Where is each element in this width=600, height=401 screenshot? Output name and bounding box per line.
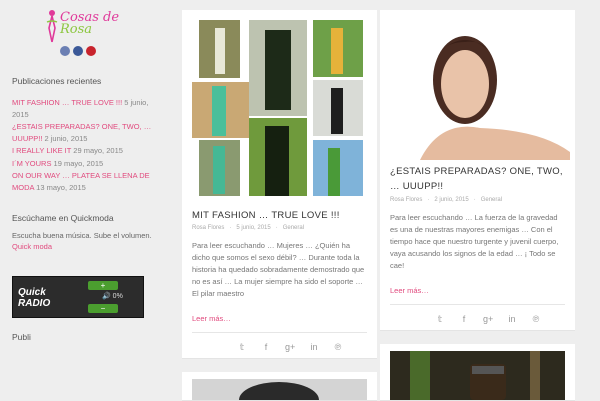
quickmoda-text: Escucha buena música. Sube el volumen. Q… [12, 230, 152, 252]
volume-readout: 🔊 0% [102, 293, 123, 300]
post-title[interactable]: ¿ESTAIS PREPARADAS? ONE, TWO, … UUUPP!! [390, 164, 570, 194]
facebook-icon[interactable]: f [459, 314, 469, 325]
quickmoda-link[interactable]: Quick moda [12, 241, 152, 252]
twitter-icon[interactable]: 𝕥 [435, 314, 445, 325]
recent-post-date: 2 junio, 2015 [42, 133, 88, 143]
facebook-icon[interactable]: f [261, 342, 271, 353]
pinterest-icon[interactable]: ℗ [531, 314, 541, 325]
radio-logo: Quick RADIO [18, 287, 51, 309]
read-more-link[interactable]: Leer más… [192, 314, 231, 323]
post-card [182, 372, 377, 401]
post-image[interactable] [380, 10, 575, 160]
recent-post-date: 19 mayo, 2015 [51, 158, 104, 168]
list-item: MIT FASHION … TRUE LOVE !!! 5 junio, 201… [12, 97, 162, 120]
post-excerpt: Para leer escuchando … Mujeres … ¿Quién … [192, 241, 365, 298]
post-title[interactable]: MIT FASHION … TRUE LOVE !!! [192, 208, 372, 223]
post-date: 5 junio, 2015 [236, 225, 271, 231]
recent-posts-title: Publicaciones recientes [12, 76, 102, 86]
pinterest-icon[interactable]: ℗ [333, 342, 343, 353]
social-icons [60, 46, 96, 56]
recent-post-link[interactable]: MIT FASHION … TRUE LOVE !!! [12, 98, 122, 107]
sidebar: Cosas de Rosa Publicaciones recientes MI… [0, 0, 168, 400]
post-category[interactable]: General [283, 225, 304, 231]
linkedin-icon[interactable]: in [309, 342, 319, 353]
radio-player[interactable]: Quick RADIO + 🔊 0% − [12, 276, 144, 318]
read-more-link[interactable]: Leer más… [390, 286, 429, 295]
google-plus-icon[interactable]: g+ [285, 342, 295, 353]
twitter-icon[interactable]: 𝕥 [237, 342, 247, 353]
post-card [380, 344, 575, 401]
post-author[interactable]: Rosa Flores [390, 197, 422, 203]
pinterest-icon[interactable] [86, 46, 96, 56]
post-date: 2 junio, 2015 [434, 197, 469, 203]
post-card: ¿ESTAIS PREPARADAS? ONE, TWO, … UUUPP!! … [380, 10, 575, 331]
post-meta: Rosa Flores · 2 junio, 2015 · General [390, 197, 503, 203]
post-author[interactable]: Rosa Flores [192, 225, 224, 231]
volume-up-button[interactable]: + [88, 281, 118, 290]
post-image-collage[interactable] [182, 10, 377, 200]
site-logo-text: Cosas de Rosa [60, 10, 120, 37]
share-bar: 𝕥 f g+ in ℗ [237, 342, 343, 353]
list-item: I REALLY LIKE IT 29 mayo, 2015 [12, 145, 162, 157]
post-image[interactable] [380, 344, 575, 400]
volume-down-button[interactable]: − [88, 304, 118, 313]
list-item: ¿ESTAIS PREPARADAS? ONE, TWO, … UUUPP!! … [12, 121, 162, 144]
post-category[interactable]: General [481, 197, 502, 203]
post-meta: Rosa Flores · 5 junio, 2015 · General [192, 225, 305, 231]
list-item: ON OUR WAY … PLATEA SE LLENA DE MODA 13 … [12, 170, 162, 193]
recent-post-date: 13 mayo, 2015 [34, 182, 86, 192]
rss-icon[interactable] [60, 46, 70, 56]
linkedin-icon[interactable]: in [507, 314, 517, 325]
recent-post-date: 29 mayo, 2015 [71, 146, 123, 155]
recent-posts-list: MIT FASHION … TRUE LOVE !!! 5 junio, 201… [12, 97, 162, 194]
share-bar: 𝕥 f g+ in ℗ [435, 314, 541, 325]
post-card: MIT FASHION … TRUE LOVE !!! Rosa Flores … [182, 10, 377, 359]
facebook-icon[interactable] [73, 46, 83, 56]
recent-post-link[interactable]: I REALLY LIKE IT [12, 146, 71, 155]
divider [192, 332, 367, 333]
divider [390, 304, 565, 305]
post-excerpt: Para leer escuchando … La fuerza de la g… [390, 213, 559, 270]
list-item: I´M YOURS 19 mayo, 2015 [12, 158, 162, 170]
quickmoda-description: Escucha buena música. Sube el volumen. [12, 231, 152, 240]
quickmoda-title: Escúchame en Quickmoda [12, 213, 114, 223]
recent-post-link[interactable]: I´M YOURS [12, 159, 51, 168]
google-plus-icon[interactable]: g+ [483, 314, 493, 325]
post-image[interactable] [182, 372, 377, 400]
publi-title: Publi [12, 332, 31, 342]
